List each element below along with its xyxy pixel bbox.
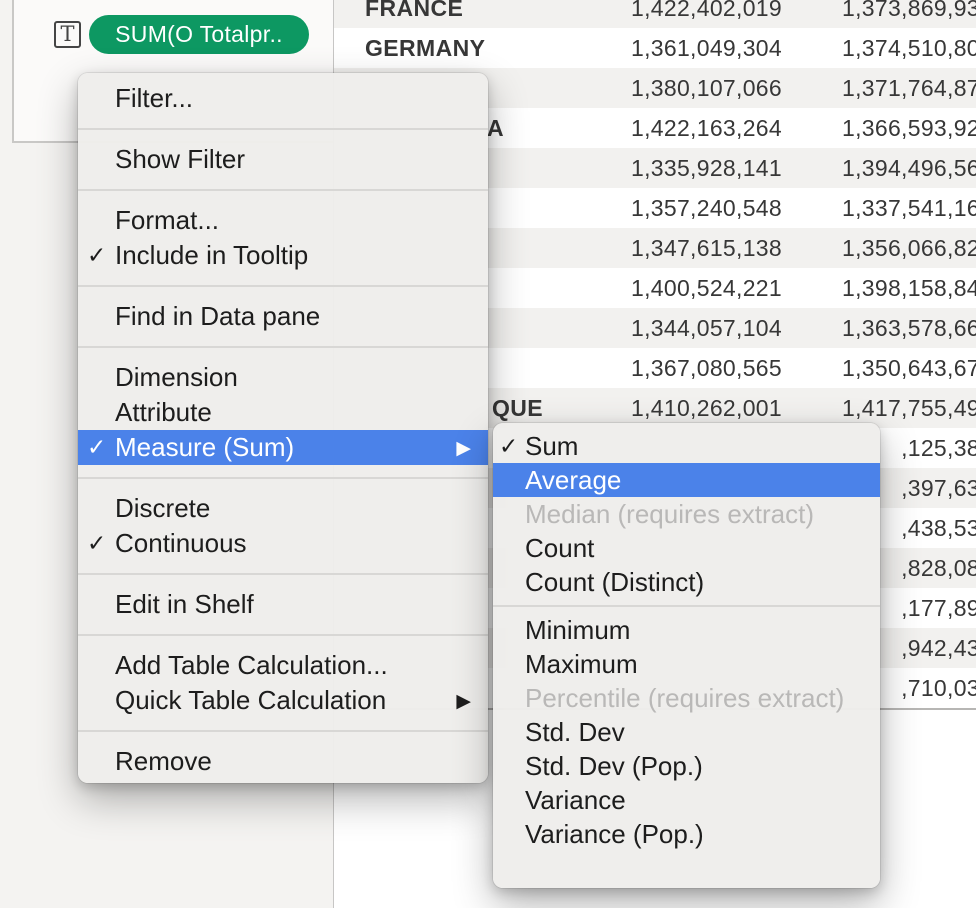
value-cell-1: 1,367,080,565 — [563, 348, 782, 388]
menu-item-label: Percentile (requires extract) — [525, 683, 844, 713]
menu-item-label: Count (Distinct) — [525, 567, 704, 597]
menu-item-count[interactable]: Count — [493, 531, 880, 565]
value-cell-2: 1,350,643,670 — [782, 348, 976, 388]
measure-pill[interactable]: SUM(O Totalpr.. — [89, 15, 309, 54]
value-cell-1: 1,380,107,066 — [563, 68, 782, 108]
menu-item-label: Add Table Calculation... — [115, 650, 388, 680]
menu-item-label: Edit in Shelf — [115, 589, 254, 619]
checkmark-icon: ✓ — [499, 429, 523, 463]
menu-item-remove[interactable]: Remove — [78, 744, 488, 779]
menu-item-include-in-tooltip[interactable]: ✓ Include in Tooltip — [78, 238, 488, 273]
value-cell-1: 1,347,615,138 — [563, 228, 782, 268]
submenu-arrow-icon: ▶ — [456, 431, 471, 466]
value-cell-1: 1,400,524,221 — [563, 268, 782, 308]
value-cell-2: 1,366,593,920 — [782, 108, 976, 148]
menu-item-maximum[interactable]: Maximum — [493, 647, 880, 681]
menu-item-label: Std. Dev — [525, 717, 625, 747]
menu-item-label: Discrete — [115, 493, 210, 523]
menu-item-variance[interactable]: Variance — [493, 783, 880, 817]
value-cell-1: 1,410,262,001 — [563, 388, 782, 428]
table-row[interactable]: GERMANY 1,361,049,304 1,374,510,807 — [333, 28, 976, 68]
menu-item-label: Dimension — [115, 362, 238, 392]
menu-item-sum[interactable]: ✓ Sum — [493, 429, 880, 463]
menu-item-label: Find in Data pane — [115, 301, 320, 331]
menu-item-label: Filter... — [115, 83, 193, 113]
menu-item-percentile-requires-extract[interactable]: Percentile (requires extract) — [493, 681, 880, 715]
menu-item-label: Variance (Pop.) — [525, 819, 704, 849]
value-cell-1: 1,422,402,019 — [563, 0, 782, 28]
menu-item-add-table-calculation[interactable]: Add Table Calculation... — [78, 648, 488, 683]
country-cell: GERMANY — [333, 28, 563, 68]
table-row[interactable]: FRANCE 1,422,402,019 1,373,869,933 — [333, 0, 976, 28]
menu-item-label: Minimum — [525, 615, 630, 645]
menu-item-std-dev[interactable]: Std. Dev — [493, 715, 880, 749]
menu-item-attribute[interactable]: Attribute — [78, 395, 488, 430]
menu-item-discrete[interactable]: Discrete — [78, 491, 488, 526]
menu-separator — [78, 189, 488, 191]
menu-item-label: Variance — [525, 785, 626, 815]
value-cell-1: 1,344,057,104 — [563, 308, 782, 348]
menu-item-label: Average — [525, 465, 621, 495]
submenu-arrow-icon: ▶ — [456, 684, 471, 719]
pill-context-menu: Filter... Show Filter Format... ✓ Includ… — [78, 73, 488, 783]
value-cell-1: 1,357,240,548 — [563, 188, 782, 228]
menu-item-std-dev-pop[interactable]: Std. Dev (Pop.) — [493, 749, 880, 783]
value-cell-2: 1,394,496,562 — [782, 148, 976, 188]
menu-item-filter[interactable]: Filter... — [78, 81, 488, 116]
menu-item-format[interactable]: Format... — [78, 203, 488, 238]
tableau-worksheet-screen: FRANCE 1,422,402,019 1,373,869,933 GERMA… — [0, 0, 976, 908]
checkmark-icon: ✓ — [87, 430, 113, 465]
menu-item-label: Remove — [115, 746, 212, 776]
menu-item-minimum[interactable]: Minimum — [493, 613, 880, 647]
value-cell-1: 1,422,163,264 — [563, 108, 782, 148]
menu-item-label: Include in Tooltip — [115, 240, 308, 270]
menu-item-label: Continuous — [115, 528, 247, 558]
menu-item-edit-in-shelf[interactable]: Edit in Shelf — [78, 587, 488, 622]
value-cell-1: 1,335,928,141 — [563, 148, 782, 188]
menu-item-variance-pop[interactable]: Variance (Pop.) — [493, 817, 880, 851]
menu-separator — [78, 128, 488, 130]
value-cell-2: 1,371,764,871 — [782, 68, 976, 108]
menu-item-label: Std. Dev (Pop.) — [525, 751, 703, 781]
menu-item-quick-table-calculation[interactable]: Quick Table Calculation ▶ — [78, 683, 488, 718]
menu-separator — [493, 605, 880, 607]
menu-item-count-distinct[interactable]: Count (Distinct) — [493, 565, 880, 599]
menu-separator — [78, 477, 488, 479]
menu-item-label: Quick Table Calculation — [115, 685, 386, 715]
checkmark-icon: ✓ — [87, 526, 113, 561]
menu-item-label: Measure (Sum) — [115, 432, 294, 462]
value-cell-2: 1,417,755,492 — [782, 388, 976, 428]
aggregation-submenu: ✓ Sum Average Median (requires extract) … — [493, 423, 880, 888]
menu-item-average[interactable]: Average — [493, 463, 880, 497]
menu-item-label: Count — [525, 533, 594, 563]
value-cell-1: 1,361,049,304 — [563, 28, 782, 68]
value-cell-2: 1,398,158,845 — [782, 268, 976, 308]
checkmark-icon: ✓ — [87, 238, 113, 273]
menu-item-label: Show Filter — [115, 144, 245, 174]
menu-item-label: Attribute — [115, 397, 212, 427]
menu-item-find-in-data-pane[interactable]: Find in Data pane — [78, 299, 488, 334]
menu-item-label: Sum — [525, 431, 578, 461]
value-cell-2: 1,374,510,807 — [782, 28, 976, 68]
menu-item-show-filter[interactable]: Show Filter — [78, 142, 488, 177]
menu-item-label: Format... — [115, 205, 219, 235]
menu-separator — [78, 634, 488, 636]
menu-item-dimension[interactable]: Dimension — [78, 360, 488, 395]
menu-separator — [78, 346, 488, 348]
menu-separator — [78, 730, 488, 732]
value-cell-2: 1,373,869,933 — [782, 0, 976, 28]
value-cell-2: 1,356,066,825 — [782, 228, 976, 268]
country-cell: FRANCE — [333, 0, 563, 28]
value-cell-2: 1,363,578,662 — [782, 308, 976, 348]
menu-item-continuous[interactable]: ✓ Continuous — [78, 526, 488, 561]
menu-separator — [78, 285, 488, 287]
menu-separator — [78, 573, 488, 575]
menu-item-measure-sum[interactable]: ✓ Measure (Sum) ▶ — [78, 430, 488, 465]
text-mark-icon[interactable]: T — [54, 21, 81, 48]
menu-item-label: Maximum — [525, 649, 638, 679]
menu-item-median-requires-extract[interactable]: Median (requires extract) — [493, 497, 880, 531]
menu-item-label: Median (requires extract) — [525, 499, 814, 529]
value-cell-2: 1,337,541,163 — [782, 188, 976, 228]
